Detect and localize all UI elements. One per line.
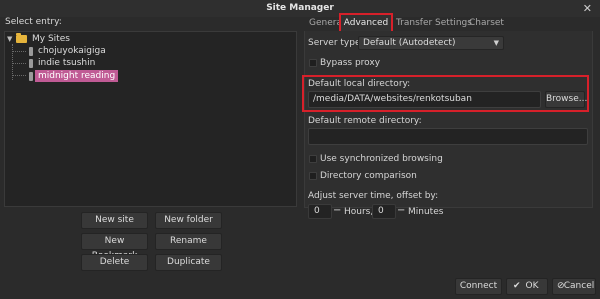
server-type-value: Default (Autodetect): [363, 38, 456, 48]
folder-icon: [16, 33, 27, 43]
browse-button[interactable]: Browse...: [545, 91, 587, 108]
tree-connector: [12, 51, 26, 52]
server-icon: [29, 71, 33, 81]
tree-site-item-selected[interactable]: midnight reading: [29, 70, 119, 82]
bypass-proxy-label: Bypass proxy: [320, 58, 381, 68]
minutes-spinner[interactable]: 0: [372, 204, 396, 219]
site-tree[interactable]: ▼ My Sites chojuyokaigiga indie tsushin …: [4, 31, 297, 207]
tree-site-item[interactable]: indie tsushin: [29, 57, 95, 69]
tab-transfer-settings[interactable]: Transfer Settings: [396, 18, 472, 28]
server-icon: [29, 58, 33, 68]
select-entry-label: Select entry:: [5, 17, 62, 27]
tree-folder-my-sites[interactable]: ▼ My Sites: [7, 33, 70, 45]
delete-button[interactable]: Delete: [81, 254, 148, 271]
local-dir-label: Default local directory:: [308, 79, 411, 89]
close-icon[interactable]: ✕: [583, 2, 592, 15]
server-icon: [29, 46, 33, 56]
hours-decrement-icon[interactable]: −: [333, 205, 341, 216]
tree-site-label: midnight reading: [35, 70, 119, 82]
hours-spinner[interactable]: 0: [308, 204, 332, 219]
cancel-icon: ⊘: [557, 281, 565, 291]
sync-browsing-checkbox[interactable]: [309, 155, 317, 163]
sync-browsing-label: Use synchronized browsing: [320, 154, 443, 164]
check-icon: ✔: [513, 281, 521, 291]
tree-connector: [12, 75, 26, 76]
bypass-proxy-checkbox[interactable]: [309, 59, 317, 67]
tree-folder-label: My Sites: [32, 34, 70, 44]
duplicate-button[interactable]: Duplicate: [155, 254, 222, 271]
chevron-down-icon: ▼: [493, 39, 499, 47]
expand-arrow-icon[interactable]: ▼: [7, 33, 16, 45]
tree-site-label: indie tsushin: [38, 58, 96, 68]
local-dir-input[interactable]: /media/DATA/websites/renkotsuban: [308, 91, 541, 108]
window-title: Site Manager: [266, 3, 334, 13]
tree-site-item[interactable]: chojuyokaigiga: [29, 45, 106, 57]
new-folder-button[interactable]: New folder: [155, 212, 222, 229]
tab-charset[interactable]: Charset: [469, 18, 504, 28]
minutes-value: 0: [378, 206, 384, 216]
minutes-decrement-icon[interactable]: −: [397, 205, 405, 216]
hours-value: 0: [314, 206, 320, 216]
dir-comparison-checkbox[interactable]: [309, 172, 317, 180]
hours-label: Hours,: [344, 207, 374, 217]
server-type-select[interactable]: Default (Autodetect) ▼: [358, 36, 504, 50]
cancel-label: Cancel: [563, 281, 595, 291]
minutes-label: Minutes: [408, 207, 444, 217]
ok-button[interactable]: ✔ OK: [506, 278, 548, 295]
title-bar: Site Manager ✕: [0, 0, 600, 17]
cancel-button[interactable]: ⊘ Cancel: [552, 278, 596, 295]
tree-site-label: chojuyokaigiga: [38, 46, 106, 56]
tree-connector: [12, 63, 26, 64]
server-type-label: Server type:: [308, 38, 364, 48]
new-bookmark-button[interactable]: New Bookmark: [81, 233, 148, 261]
time-offset-label: Adjust server time, offset by:: [308, 191, 439, 201]
dir-comparison-label: Directory comparison: [320, 171, 417, 181]
ok-label: OK: [525, 281, 539, 291]
rename-button[interactable]: Rename: [155, 233, 222, 250]
connect-button[interactable]: Connect: [455, 278, 502, 295]
remote-dir-input[interactable]: [308, 128, 588, 145]
new-site-button[interactable]: New site: [81, 212, 148, 229]
remote-dir-label: Default remote directory:: [308, 116, 422, 126]
